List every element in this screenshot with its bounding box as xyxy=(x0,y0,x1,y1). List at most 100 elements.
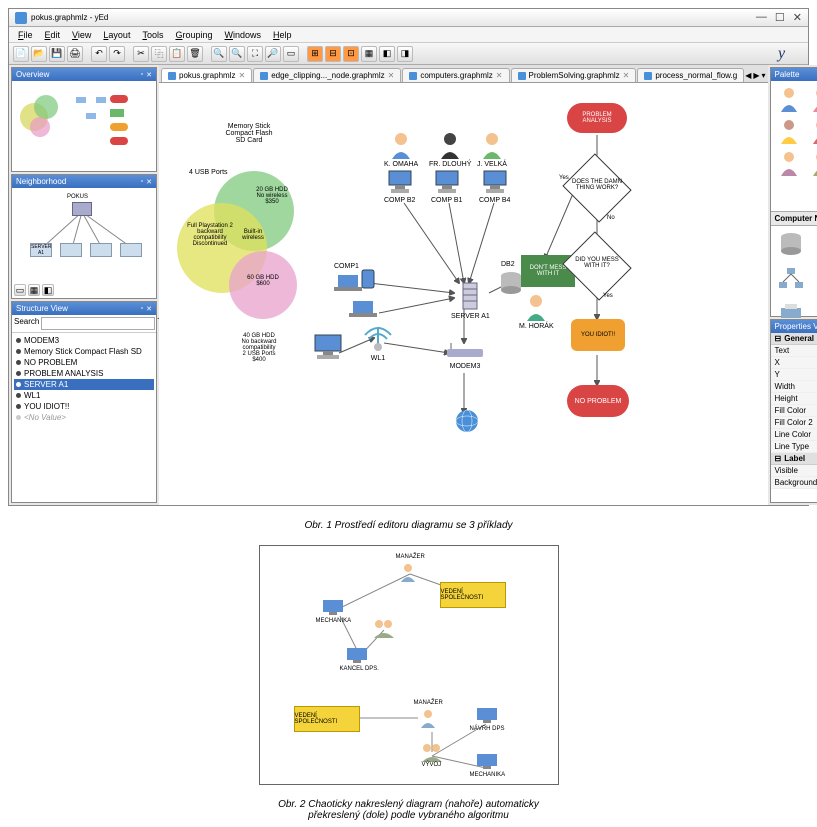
flow-idiot[interactable]: YOU IDIOT!! xyxy=(571,319,625,351)
person-node[interactable]: FR. DLOUHÝ xyxy=(429,131,471,168)
palette-network[interactable] xyxy=(771,226,817,316)
list-item[interactable]: <No Value> xyxy=(14,412,154,423)
person-node[interactable]: K. OMAHA xyxy=(384,131,418,168)
structure-list[interactable]: MODEM3 Memory Stick Compact Flash SD NO … xyxy=(12,333,156,425)
laptop-node[interactable] xyxy=(349,299,377,321)
tab[interactable]: ProblemSolving.graphmlz✕ xyxy=(511,68,637,82)
palette-person-icon[interactable] xyxy=(807,149,817,177)
menu-view[interactable]: View xyxy=(67,29,96,41)
list-item[interactable]: MODEM3 xyxy=(14,335,154,346)
tab[interactable]: process_normal_flow.g xyxy=(637,68,744,82)
tool2-icon[interactable]: ◨ xyxy=(397,46,413,62)
overview-body[interactable] xyxy=(12,81,156,171)
minimize-button[interactable]: — xyxy=(756,11,767,24)
delete-icon[interactable]: 🗑 xyxy=(187,46,203,62)
nb-tool2-icon[interactable]: ▦ xyxy=(28,284,40,296)
nb-tool3-icon[interactable]: ◧ xyxy=(42,284,54,296)
layout1-icon[interactable]: ⊞ xyxy=(307,46,323,62)
laptop-node[interactable] xyxy=(334,273,362,295)
panel-min-icon[interactable]: ▫ xyxy=(141,71,143,79)
prop-row[interactable]: Height56.23199844... xyxy=(771,393,817,405)
neighborhood-body[interactable]: POKUS SERVER A1 ▭ ▦ ◧ xyxy=(12,188,156,298)
collapse-icon[interactable]: ⊟ xyxy=(775,454,782,463)
redo-icon[interactable]: ↷ xyxy=(109,46,125,62)
menu-file[interactable]: File xyxy=(13,29,38,41)
zoomin-icon[interactable]: 🔍 xyxy=(211,46,227,62)
copy-icon[interactable]: ⿻ xyxy=(151,46,167,62)
tab-active[interactable]: pokus.graphmlz✕ xyxy=(161,68,252,82)
monitor-node[interactable]: COMP B1 xyxy=(431,169,462,204)
palette-category[interactable]: Computer Network▾ xyxy=(771,211,817,226)
tab-menu-icon[interactable]: ▾ xyxy=(762,71,766,80)
cut-icon[interactable]: ✂ xyxy=(133,46,149,62)
monitor-node[interactable] xyxy=(311,333,345,363)
prop-row[interactable]: Width35.09529876... xyxy=(771,381,817,393)
fit-icon[interactable]: ⛶ xyxy=(247,46,263,62)
layout3-icon[interactable]: ⊡ xyxy=(343,46,359,62)
select-icon[interactable]: ▭ xyxy=(283,46,299,62)
prop-row[interactable]: Fill Color 2 xyxy=(771,417,817,429)
open-icon[interactable]: 📂 xyxy=(31,46,47,62)
palette-person-icon[interactable] xyxy=(775,149,803,177)
tab-close-icon[interactable]: ✕ xyxy=(238,71,245,80)
undo-icon[interactable]: ↶ xyxy=(91,46,107,62)
prop-row[interactable]: Visible☑ xyxy=(771,465,817,477)
menu-edit[interactable]: Edit xyxy=(40,29,66,41)
globe-node[interactable] xyxy=(455,409,479,435)
nb-tool-icon[interactable]: ▭ xyxy=(14,284,26,296)
new-icon[interactable]: 📄 xyxy=(13,46,29,62)
tool-icon[interactable]: ◧ xyxy=(379,46,395,62)
prop-row[interactable]: Line Type— xyxy=(771,441,817,453)
palette-person-icon[interactable] xyxy=(807,117,817,145)
palette-people[interactable] xyxy=(771,81,817,211)
close-button[interactable]: ✕ xyxy=(793,11,802,24)
list-item[interactable]: Memory Stick Compact Flash SD xyxy=(14,346,154,357)
person-node[interactable]: J. VELKÁ xyxy=(477,131,507,168)
wifi-node[interactable]: WL1 xyxy=(363,323,393,362)
prop-row[interactable]: X425.8508656... xyxy=(771,357,817,369)
menu-windows[interactable]: Windows xyxy=(220,29,267,41)
palette-person-icon[interactable] xyxy=(775,117,803,145)
network-icon[interactable] xyxy=(775,264,807,292)
flow-noproblem[interactable]: NO PROBLEM xyxy=(567,385,629,417)
modem-node[interactable]: MODEM3 xyxy=(445,343,485,370)
save-icon[interactable]: 💾 xyxy=(49,46,65,62)
canvas[interactable]: Memory Stick Compact Flash SD Card 4 USB… xyxy=(159,83,768,505)
search-input[interactable] xyxy=(41,317,155,330)
menu-layout[interactable]: Layout xyxy=(98,29,135,41)
list-item[interactable]: NO PROBLEM xyxy=(14,357,154,368)
database-icon[interactable] xyxy=(775,230,807,258)
layout2-icon[interactable]: ⊟ xyxy=(325,46,341,62)
list-item[interactable]: YOU IDIOT!! xyxy=(14,401,154,412)
flow-start[interactable]: PROBLEM ANALYSIS xyxy=(567,103,627,133)
panel-close-icon[interactable]: ✕ xyxy=(146,71,152,79)
zoom-icon[interactable]: 🔎 xyxy=(265,46,281,62)
palette-person-icon[interactable] xyxy=(775,85,803,113)
prop-row[interactable]: Background xyxy=(771,477,817,489)
prop-row[interactable]: TextSERVER A1 xyxy=(771,345,817,357)
palette-person-icon[interactable] xyxy=(807,85,817,113)
tab-prev-icon[interactable]: ◀ xyxy=(745,71,751,80)
tablet-node[interactable] xyxy=(361,269,375,291)
tab[interactable]: computers.graphmlz✕ xyxy=(402,68,509,82)
tab-next-icon[interactable]: ▶ xyxy=(753,71,759,80)
monitor-node[interactable]: COMP B4 xyxy=(479,169,510,204)
menu-help[interactable]: Help xyxy=(268,29,297,41)
monitor-node[interactable]: COMP B2 xyxy=(384,169,415,204)
prop-row[interactable]: Y988.7004951... xyxy=(771,369,817,381)
collapse-icon[interactable]: ⊟ xyxy=(775,334,782,343)
prop-row[interactable]: Line Color #000000 xyxy=(771,429,817,441)
tab[interactable]: edge_clipping..._node.graphmlz✕ xyxy=(253,68,401,82)
list-item-selected[interactable]: SERVER A1 xyxy=(14,379,154,390)
prop-row[interactable]: Fill Color #cccccff xyxy=(771,405,817,417)
list-item[interactable]: WL1 xyxy=(14,390,154,401)
zoomout-icon[interactable]: 🔍 xyxy=(229,46,245,62)
list-item[interactable]: PROBLEM ANALYSIS xyxy=(14,368,154,379)
server-node[interactable]: SERVER A1 xyxy=(451,281,490,320)
grid-icon[interactable]: ▦ xyxy=(361,46,377,62)
menu-grouping[interactable]: Grouping xyxy=(170,29,217,41)
maximize-button[interactable]: ☐ xyxy=(775,11,785,24)
print-icon[interactable]: 🖨 xyxy=(67,46,83,62)
paste-icon[interactable]: 📋 xyxy=(169,46,185,62)
menu-tools[interactable]: Tools xyxy=(137,29,168,41)
